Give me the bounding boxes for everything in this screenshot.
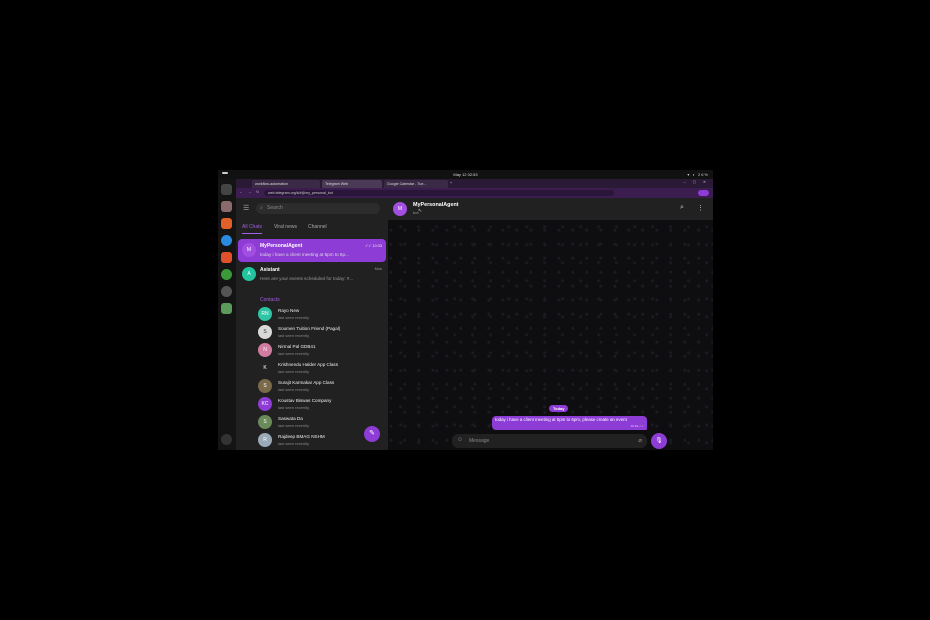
system-clock[interactable]: May 12 02:53: [218, 172, 713, 177]
chat-header: M MyPersonalAgent bot ⌕ ⋮: [388, 198, 713, 220]
tab-telegram[interactable]: Telegram Web: [322, 180, 382, 188]
tab-label: Telegram Web: [325, 182, 349, 186]
system-top-bar: May 12 02:53 ▾ ◐ 26%: [218, 170, 713, 179]
avatar[interactable]: M: [393, 202, 407, 216]
folder-channel[interactable]: Channel: [308, 224, 327, 230]
tab-label: Google Calendar - Tue...: [387, 182, 427, 186]
telegram-web-app: ☰ Search ⌕ All Chats Viral news Channel …: [236, 198, 713, 450]
contact-name: Surajit Karmakar App Class: [278, 380, 335, 385]
voice-record-button[interactable]: 🎙: [651, 433, 667, 449]
avatar: KC: [258, 397, 272, 411]
chat-sidebar: ☰ Search ⌕ All Chats Viral news Channel …: [236, 198, 388, 450]
chat-preview: Here are your events scheduled for today…: [260, 276, 354, 281]
menu-icon[interactable]: ☰: [243, 204, 249, 212]
chat-preview: today i have a client meeting at 5pm to …: [260, 252, 349, 257]
folder-tabs: All Chats Viral news Channel: [236, 221, 388, 235]
contact-name: Rayo New: [278, 308, 300, 313]
contact-status: last seen recently: [278, 405, 310, 410]
mouse-cursor-icon: ↖: [418, 208, 423, 214]
battery-level: 26%: [697, 172, 709, 177]
avatar: S: [258, 325, 272, 339]
message-compose-bar: ☺ Message ⌀: [452, 434, 647, 448]
contact-item[interactable]: S Surajit Karmakar App Class last seen r…: [236, 377, 388, 395]
address-bar: ← → ↻ web.telegram.org/k/#@my_personal_b…: [236, 188, 713, 198]
browser-window: workflow-automation Telegram Web Google …: [236, 179, 713, 450]
chrome-icon[interactable]: [221, 269, 232, 280]
contact-name: Saswata Da: [278, 416, 303, 421]
contact-status: last seen recently: [278, 423, 310, 428]
dock: [218, 179, 236, 450]
contact-status: last seen recently: [278, 441, 310, 446]
app-store-icon[interactable]: [221, 218, 232, 229]
microphone-icon: 🎙: [655, 438, 663, 444]
chat-item-asistant[interactable]: A Asistant Here are your events schedule…: [238, 263, 386, 286]
contact-status: last seen recently: [278, 387, 310, 392]
obs-icon[interactable]: [221, 286, 232, 297]
contact-name: Nirmal Pal GDB41: [278, 344, 316, 349]
folder-all-chats[interactable]: All Chats: [242, 224, 263, 234]
contact-item[interactable]: S Soumen Tuition Friend (Pagal) last see…: [236, 323, 388, 341]
contact-status: last seen recently: [278, 369, 310, 374]
search-icon[interactable]: ⌕: [680, 204, 684, 212]
contact-item[interactable]: N Nirmal Pal GDB41 last seen recently: [236, 341, 388, 359]
avatar: S: [258, 379, 272, 393]
tab-workflow[interactable]: workflow-automation: [252, 180, 320, 188]
avatar: K: [258, 361, 272, 375]
message-time: 10:33 ✓✓: [630, 423, 644, 428]
contact-name: Krishnendu Halder App Class: [278, 362, 339, 367]
contact-item[interactable]: RN Rayo New last seen recently: [236, 305, 388, 323]
avatar: M: [242, 243, 256, 257]
desktop-screen: May 12 02:53 ▾ ◐ 26% workflow-automation…: [218, 170, 713, 450]
tab-strip: workflow-automation Telegram Web Google …: [236, 179, 713, 188]
window-controls[interactable]: – ▢ ✕: [684, 180, 709, 184]
tab-google-calendar[interactable]: Google Calendar - Tue...: [384, 180, 448, 188]
show-apps-icon[interactable]: [221, 434, 232, 445]
avatar: A: [242, 267, 256, 281]
chat-item-mypersonalagent[interactable]: M MyPersonalAgent today i have a client …: [238, 239, 386, 262]
contact-name: Soumen Tuition Friend (Pagal): [278, 326, 341, 331]
contact-item[interactable]: KC Koustav Biswas Company last seen rece…: [236, 395, 388, 413]
attach-icon[interactable]: ⌀: [638, 437, 642, 444]
contact-status: last seen recently: [278, 333, 310, 338]
contact-name: Koustav Biswas Company: [278, 398, 332, 403]
avatar: RN: [258, 307, 272, 321]
emoji-icon[interactable]: ☺: [457, 437, 463, 443]
sidebar-header: ☰ Search ⌕: [236, 198, 388, 220]
chat-time: ✓✓ 10:33: [365, 244, 382, 248]
profile-button[interactable]: [698, 190, 709, 196]
more-options-icon[interactable]: ⋮: [697, 204, 704, 212]
contact-status: last seen recently: [278, 351, 310, 356]
nav-buttons[interactable]: ← → ↻: [239, 190, 261, 194]
search-input[interactable]: Search: [256, 203, 380, 214]
new-message-button[interactable]: ✎: [364, 426, 380, 442]
contact-status: last seen recently: [278, 315, 310, 320]
folder-viral-news[interactable]: Viral news: [274, 224, 297, 230]
system-tray[interactable]: ▾ ◐ 26%: [687, 172, 709, 177]
brave-browser-icon[interactable]: [221, 252, 232, 263]
terminal-icon[interactable]: [221, 184, 232, 195]
chat-time: Mon: [374, 267, 382, 271]
help-icon[interactable]: [221, 235, 232, 246]
trash-icon[interactable]: [221, 303, 232, 314]
contact-name: Rajdeep BMAG NSHM: [278, 434, 325, 439]
new-tab-icon[interactable]: +: [450, 181, 452, 185]
avatar: S: [258, 415, 272, 429]
message-text: today i have a client meeting at 5pm to …: [495, 417, 627, 422]
files-icon[interactable]: [221, 201, 232, 212]
search-icon: ⌕: [260, 205, 263, 211]
message-input[interactable]: Message: [469, 438, 489, 444]
avatar: N: [258, 343, 272, 357]
contact-item[interactable]: K Krishnendu Halder App Class last seen …: [236, 359, 388, 377]
avatar: R: [258, 433, 272, 447]
contacts-heading: Contacts: [260, 297, 280, 303]
chat-name: Asistant: [260, 267, 280, 273]
pencil-icon: ✎: [369, 430, 375, 437]
message-bubble[interactable]: today i have a client meeting at 5pm to …: [492, 416, 647, 430]
date-label: Today: [549, 405, 569, 412]
chat-pane: M MyPersonalAgent bot ⌕ ⋮ ↖ Today today …: [388, 198, 713, 450]
tab-label: workflow-automation: [255, 182, 288, 186]
url-field[interactable]: web.telegram.org/k/#@my_personal_bot: [264, 190, 614, 196]
chat-name: MyPersonalAgent: [260, 243, 303, 249]
